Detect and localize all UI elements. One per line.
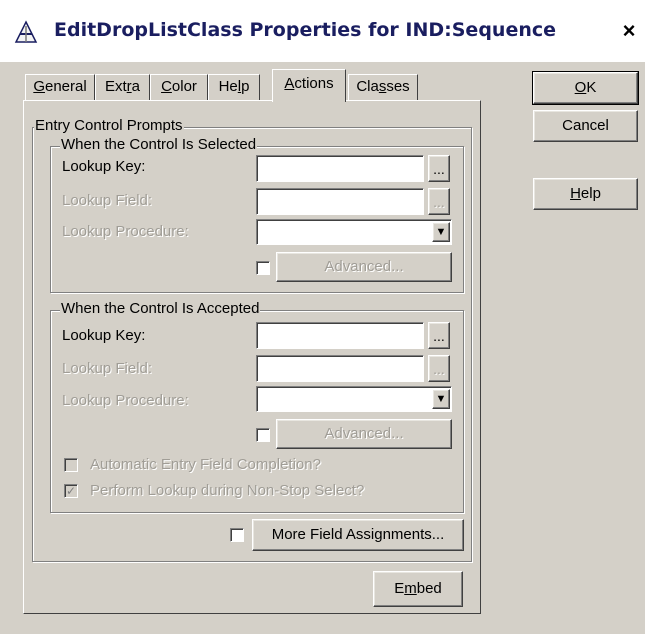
- tab-label-post: p: [241, 78, 250, 95]
- tab-actions[interactable]: Actions: [272, 69, 346, 102]
- tab-label-pre: Ext: [104, 78, 127, 95]
- selected-advanced-checkbox[interactable]: [256, 261, 270, 275]
- more-field-assignments-checkbox[interactable]: [230, 528, 244, 542]
- selected-lookup-procedure-select[interactable]: [256, 219, 452, 245]
- selected-lookup-key-label: Lookup Key:: [62, 158, 146, 175]
- embed-button[interactable]: Embed: [373, 571, 463, 607]
- close-icon[interactable]: ×: [617, 18, 641, 44]
- tab-help[interactable]: Help: [208, 74, 260, 100]
- accepted-lookup-key-input[interactable]: [256, 322, 424, 349]
- more-field-assignments-button[interactable]: More Field Assignments...: [252, 519, 464, 551]
- accepted-lookup-key-label: Lookup Key:: [62, 327, 146, 344]
- window-title: EditDropListClass Properties for IND:Seq…: [54, 19, 557, 41]
- accepted-procedure-dropdown-icon[interactable]: ▼: [432, 389, 450, 409]
- tab-extra[interactable]: Extra: [95, 74, 150, 100]
- selected-lookup-field-browse-button[interactable]: ...: [428, 188, 450, 215]
- tab-label-post: eneral: [44, 78, 87, 95]
- accepted-advanced-button[interactable]: Advanced...: [276, 419, 452, 449]
- selected-lookup-field-input[interactable]: [256, 188, 424, 215]
- perform-lookup-checkbox[interactable]: ✓: [64, 484, 78, 498]
- accepted-lookup-key-browse-button[interactable]: ...: [428, 322, 450, 349]
- tab-label-post: a: [131, 78, 141, 95]
- accepted-lookup-field-input[interactable]: [256, 355, 424, 382]
- accepted-lookup-procedure-select[interactable]: [256, 386, 452, 412]
- help-button[interactable]: Help: [533, 178, 638, 210]
- tab-general[interactable]: General: [25, 74, 95, 100]
- accepted-lookup-field-label: Lookup Field:: [62, 360, 153, 377]
- perform-lookup-label: Perform Lookup during Non-Stop Select?: [90, 482, 365, 499]
- selected-lookup-field-label: Lookup Field:: [62, 192, 153, 209]
- when-selected-title: When the Control Is Selected: [60, 136, 258, 154]
- accepted-lookup-procedure-label: Lookup Procedure:: [62, 392, 189, 409]
- selected-lookup-key-browse-button[interactable]: ...: [428, 155, 450, 182]
- auto-completion-checkbox[interactable]: [64, 458, 78, 472]
- embed-label-post: bed: [416, 580, 442, 597]
- tab-label-post: olor: [171, 78, 197, 95]
- tab-label-pre: Cla: [356, 78, 379, 95]
- when-accepted-title: When the Control Is Accepted: [60, 300, 261, 318]
- tab-label-pre: He: [218, 78, 238, 95]
- ok-accel: O: [574, 79, 587, 96]
- ok-button[interactable]: OK: [532, 71, 639, 105]
- help-accel: H: [570, 185, 581, 202]
- tab-classes[interactable]: Classes: [348, 74, 418, 100]
- tab-color[interactable]: Color: [150, 74, 208, 100]
- accepted-lookup-field-browse-button[interactable]: ...: [428, 355, 450, 382]
- cancel-button[interactable]: Cancel: [533, 110, 638, 142]
- ok-label: K: [586, 79, 597, 96]
- auto-completion-label: Automatic Entry Field Completion?: [90, 456, 321, 473]
- tab-label-post: ctions: [294, 75, 334, 92]
- properties-dialog: EditDropListClass Properties for IND:Seq…: [0, 0, 645, 634]
- embed-accel: m: [404, 580, 417, 597]
- tab-label-accel: A: [284, 75, 295, 92]
- selected-lookup-procedure-label: Lookup Procedure:: [62, 223, 189, 240]
- selected-advanced-button[interactable]: Advanced...: [276, 252, 452, 282]
- embed-label-pre: E: [394, 580, 405, 597]
- tab-label-post: ses: [386, 78, 410, 95]
- accepted-advanced-checkbox[interactable]: [256, 428, 270, 442]
- tab-label-accel: G: [33, 78, 45, 95]
- title-bar[interactable]: EditDropListClass Properties for IND:Seq…: [0, 0, 645, 62]
- help-label: elp: [580, 185, 601, 202]
- entry-control-prompts-title: Entry Control Prompts: [34, 117, 184, 135]
- tab-label-accel: C: [161, 78, 172, 95]
- class-properties-icon: [14, 20, 38, 43]
- selected-procedure-dropdown-icon[interactable]: ▼: [432, 222, 450, 242]
- selected-lookup-key-input[interactable]: [256, 155, 424, 182]
